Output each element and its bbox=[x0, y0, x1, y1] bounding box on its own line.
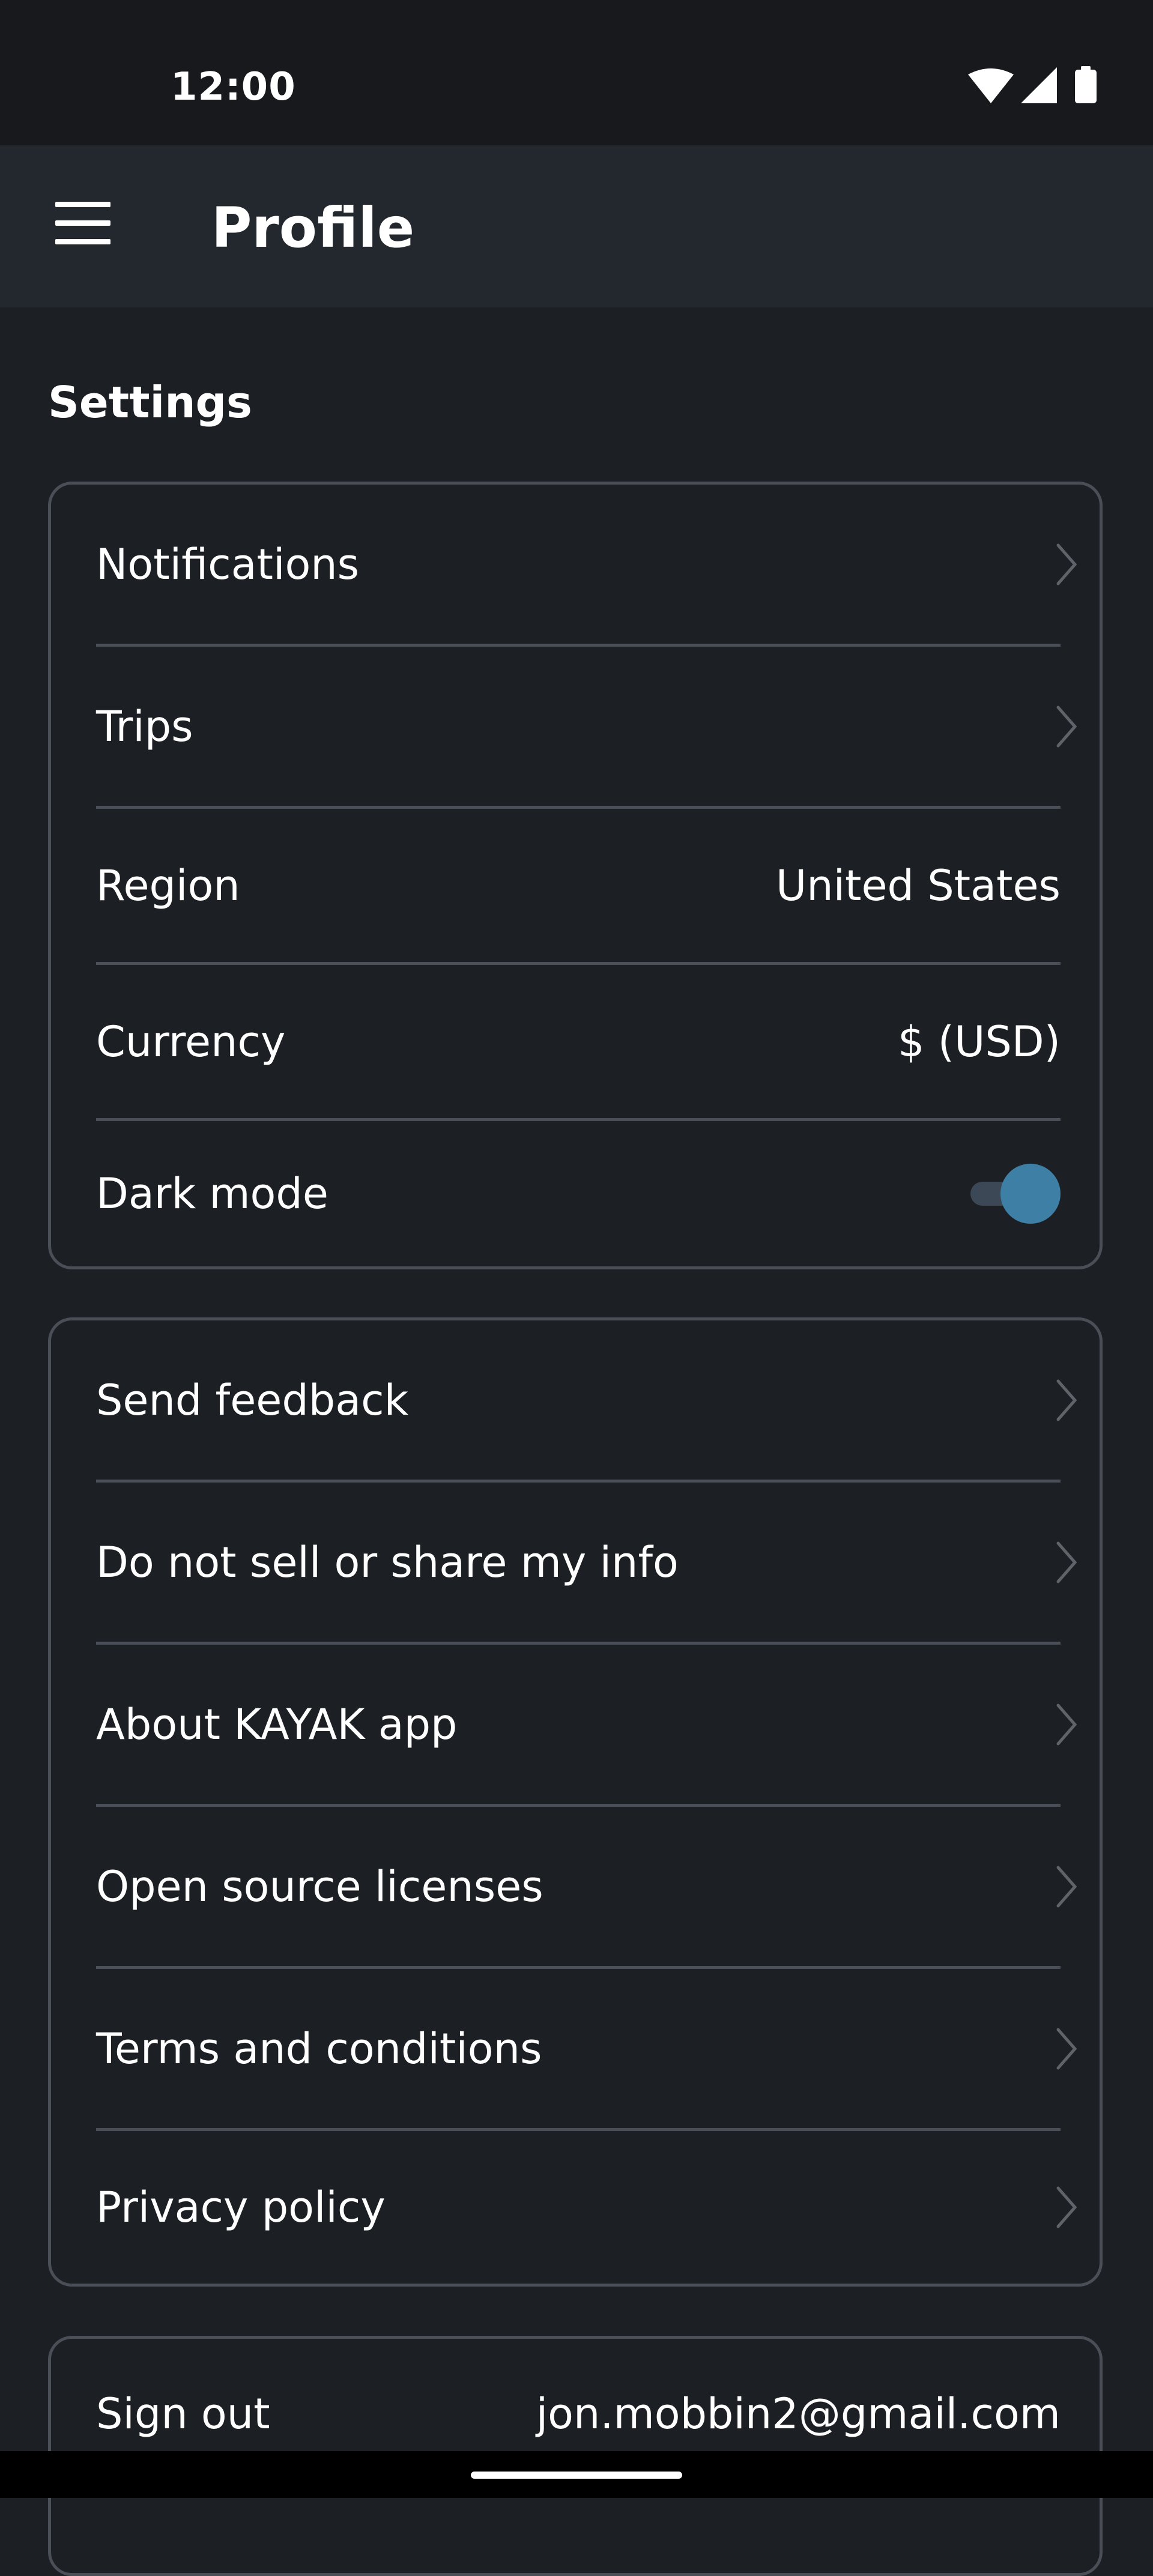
hamburger-menu-icon bbox=[55, 202, 110, 207]
settings-heading: Settings bbox=[48, 377, 252, 428]
terms-row[interactable]: Terms and conditions bbox=[96, 1969, 1077, 2131]
region-row[interactable]: Region United States bbox=[96, 809, 1061, 965]
system-nav-bar bbox=[0, 2451, 1153, 2498]
do-not-sell-label: Do not sell or share my info bbox=[96, 1537, 679, 1587]
chevron-right-icon bbox=[1056, 1379, 1077, 1421]
menu-button[interactable] bbox=[48, 189, 118, 258]
region-value: United States bbox=[775, 860, 1061, 910]
region-label: Region bbox=[96, 860, 240, 910]
home-gesture-handle[interactable] bbox=[471, 2472, 682, 2479]
send-feedback-row[interactable]: Send feedback bbox=[96, 1320, 1077, 1483]
chevron-right-icon bbox=[1056, 706, 1077, 747]
currency-value: $ (USD) bbox=[898, 1017, 1061, 1066]
hamburger-line bbox=[55, 220, 110, 226]
sign-out-label: Sign out bbox=[96, 2389, 270, 2438]
app-bar: Profile bbox=[0, 145, 1153, 307]
trips-label: Trips bbox=[96, 701, 193, 751]
info-card: Send feedback Do not sell or share my in… bbox=[48, 1317, 1103, 2287]
chevron-right-icon bbox=[1056, 1866, 1077, 1907]
page-title: Profile bbox=[211, 196, 415, 260]
open-source-row[interactable]: Open source licenses bbox=[96, 1807, 1077, 1969]
currency-row[interactable]: Currency $ (USD) bbox=[96, 965, 1061, 1121]
about-app-label: About KAYAK app bbox=[96, 1699, 458, 1749]
toggle-thumb bbox=[1000, 1164, 1061, 1224]
status-bar: 12:00 bbox=[0, 0, 1153, 145]
chevron-right-icon bbox=[1056, 2186, 1077, 2228]
status-icons bbox=[968, 66, 1097, 103]
trips-row[interactable]: Trips bbox=[96, 647, 1077, 809]
chevron-right-icon bbox=[1056, 1541, 1077, 1583]
currency-label: Currency bbox=[96, 1017, 286, 1066]
dark-mode-toggle[interactable] bbox=[967, 1164, 1061, 1224]
dark-mode-row: Dark mode bbox=[96, 1121, 1061, 1266]
notifications-label: Notifications bbox=[96, 539, 360, 589]
battery-icon bbox=[1075, 66, 1097, 103]
open-source-label: Open source licenses bbox=[96, 1861, 543, 1911]
terms-label: Terms and conditions bbox=[96, 2024, 542, 2073]
chevron-right-icon bbox=[1056, 543, 1077, 585]
status-time: 12:00 bbox=[171, 65, 296, 109]
cell-signal-icon bbox=[1021, 67, 1057, 103]
notifications-row[interactable]: Notifications bbox=[96, 485, 1077, 647]
do-not-sell-row[interactable]: Do not sell or share my info bbox=[96, 1483, 1077, 1645]
privacy-row[interactable]: Privacy policy bbox=[96, 2131, 1077, 2284]
chevron-right-icon bbox=[1056, 1704, 1077, 1745]
wifi-icon bbox=[968, 68, 1014, 103]
settings-card: Notifications Trips Region United States… bbox=[48, 482, 1103, 1269]
send-feedback-label: Send feedback bbox=[96, 1375, 409, 1425]
privacy-label: Privacy policy bbox=[96, 2183, 386, 2232]
hamburger-line bbox=[55, 239, 110, 244]
dark-mode-label: Dark mode bbox=[96, 1169, 328, 1218]
chevron-right-icon bbox=[1056, 2028, 1077, 2069]
about-app-row[interactable]: About KAYAK app bbox=[96, 1645, 1077, 1807]
account-email: jon.mobbin2@gmail.com bbox=[536, 2389, 1061, 2438]
